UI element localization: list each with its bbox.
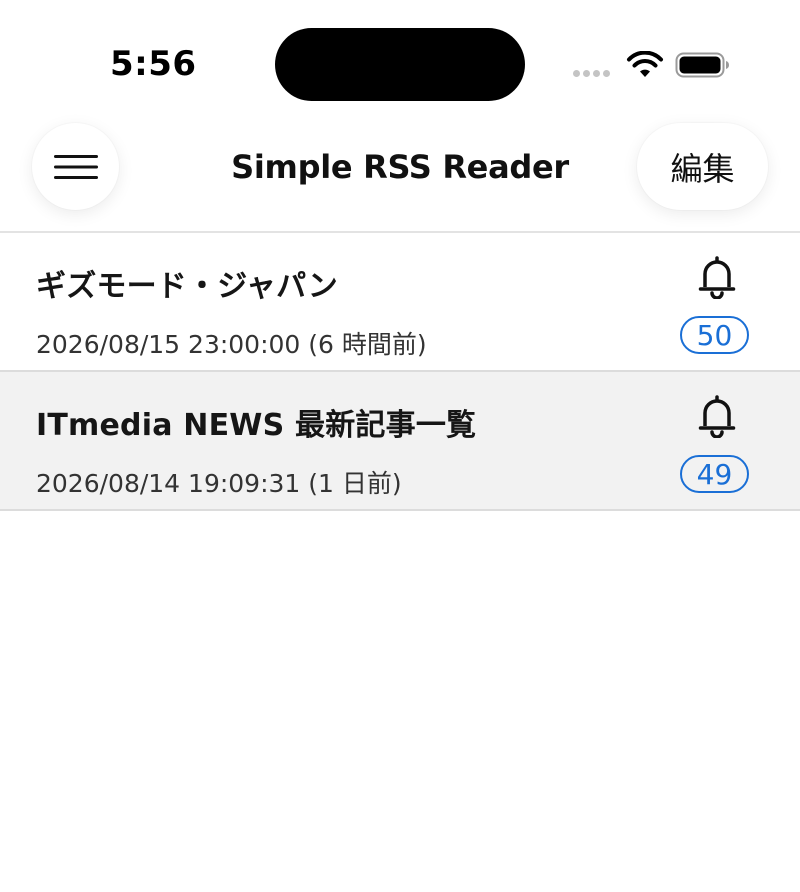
status-bar: 5:56 <box>0 0 800 110</box>
app-screen: 5:56 Simple RSS Reader 編集 ギズモード・ジャパン 202… <box>0 0 800 892</box>
feed-list: ギズモード・ジャパン 2026/08/15 23:00:00 (6 時間前) 5… <box>0 233 800 511</box>
wifi-icon <box>627 51 663 77</box>
bell-icon[interactable] <box>697 394 737 438</box>
status-time: 5:56 <box>110 44 197 84</box>
feed-date: 2026/08/14 19:09:31 (1 日前) <box>36 469 402 498</box>
navigation-bar: Simple RSS Reader 編集 <box>0 120 800 230</box>
menu-button[interactable] <box>32 123 119 210</box>
page-title: Simple RSS Reader <box>231 148 569 186</box>
feed-row[interactable]: ギズモード・ジャパン 2026/08/15 23:00:00 (6 時間前) 5… <box>0 233 800 372</box>
feed-title: ITmedia NEWS 最新記事一覧 <box>36 408 477 443</box>
feed-row[interactable]: ITmedia NEWS 最新記事一覧 2026/08/14 19:09:31 … <box>0 372 800 511</box>
bell-icon[interactable] <box>697 255 737 299</box>
edit-button[interactable]: 編集 <box>637 123 768 210</box>
feed-date: 2026/08/15 23:00:00 (6 時間前) <box>36 330 427 359</box>
unread-count-badge: 49 <box>680 455 749 493</box>
signal-dots-icon <box>573 70 610 77</box>
dynamic-island <box>275 28 525 101</box>
battery-icon <box>675 52 729 78</box>
unread-count-badge: 50 <box>680 316 749 354</box>
feed-title: ギズモード・ジャパン <box>36 269 338 304</box>
hamburger-menu-icon <box>53 154 98 179</box>
